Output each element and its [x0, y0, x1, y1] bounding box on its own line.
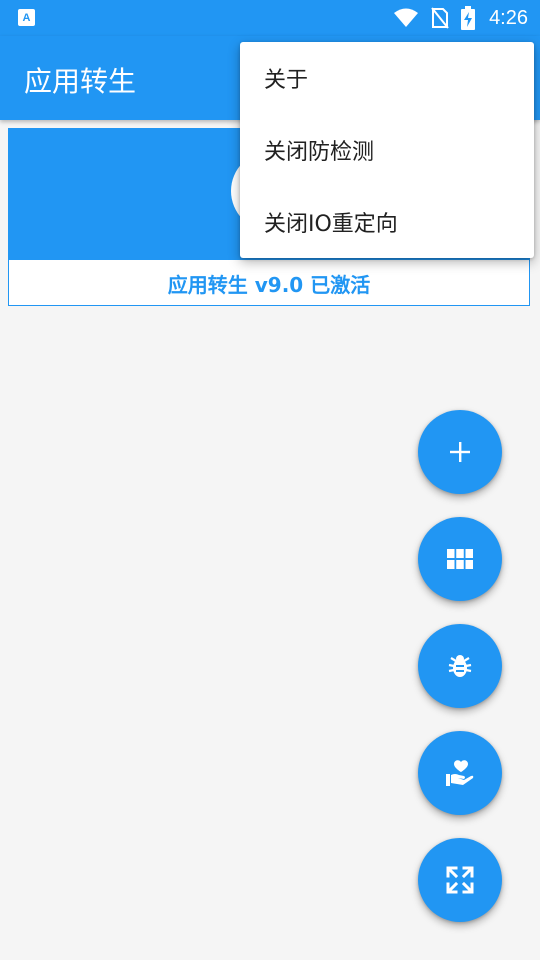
menu-item-about[interactable]: 关于: [240, 42, 534, 114]
fullscreen-button[interactable]: [418, 838, 502, 922]
donate-button[interactable]: [418, 731, 502, 815]
expand-icon: [446, 866, 474, 894]
add-app-button[interactable]: [418, 410, 502, 494]
menu-item-disable-io-redirect[interactable]: 关闭IO重定向: [240, 186, 534, 258]
app-notification-letter: A: [22, 11, 31, 24]
add-icon: [450, 442, 470, 462]
status-icons: 4:26: [393, 0, 528, 36]
activation-status: 应用转生 v9.0 已激活: [167, 272, 371, 297]
wifi-icon: [394, 8, 419, 27]
overflow-menu: 关于 关闭防检测 关闭IO重定向: [240, 42, 534, 258]
apps-grid-button[interactable]: [418, 517, 502, 601]
status-time: 4:26: [489, 6, 528, 29]
no-sim-icon: [431, 7, 449, 29]
app-title: 应用转生: [24, 65, 137, 98]
debug-button[interactable]: [418, 624, 502, 708]
hand-heart-icon: [446, 760, 474, 786]
bug-icon: [448, 655, 472, 677]
battery-charging-icon: [461, 6, 476, 30]
grid-icon: [447, 549, 473, 569]
app-notification-icon: A: [18, 9, 35, 26]
status-bar: A 4:26: [0, 0, 540, 36]
menu-item-disable-anti-detection[interactable]: 关闭防检测: [240, 114, 534, 186]
